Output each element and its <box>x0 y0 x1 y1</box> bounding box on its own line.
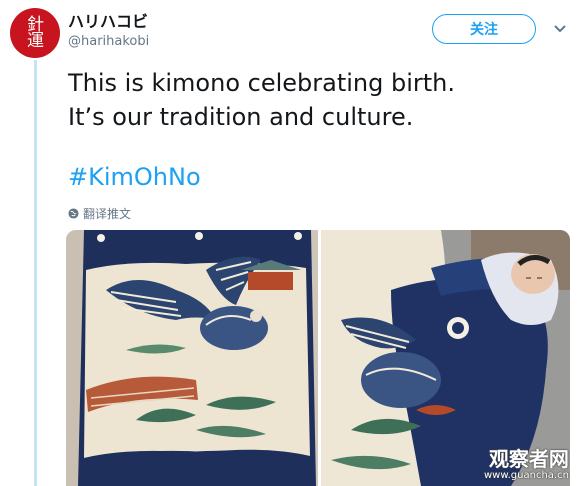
tweet-text: This is kimono celebrating birth. It’s o… <box>68 66 558 134</box>
thread-line <box>34 60 37 486</box>
chevron-down-icon[interactable] <box>553 22 567 36</box>
avatar[interactable]: 針運 <box>10 8 60 58</box>
tweet-line-2: It’s our tradition and culture. <box>68 103 414 131</box>
watermark-title: 观察者网 <box>488 447 569 471</box>
globe-icon <box>68 208 79 219</box>
watermark-url: www.guancha.cn <box>484 470 569 481</box>
translate-tweet-link[interactable]: 翻译推文 <box>68 205 131 222</box>
display-name[interactable]: ハリハコビ <box>68 8 148 32</box>
translate-label: 翻译推文 <box>83 207 132 221</box>
kimono-photo[interactable] <box>66 230 318 486</box>
hashtag-link[interactable]: #KimOhNo <box>68 163 201 191</box>
tweet-line-1: This is kimono celebrating birth. <box>68 69 455 97</box>
follow-button[interactable]: 关注 <box>432 14 536 44</box>
avatar-seal: 針運 <box>27 15 44 51</box>
watermark: 观察者网 www.guancha.cn <box>484 448 569 482</box>
user-handle[interactable]: @harihakobi <box>68 34 149 49</box>
